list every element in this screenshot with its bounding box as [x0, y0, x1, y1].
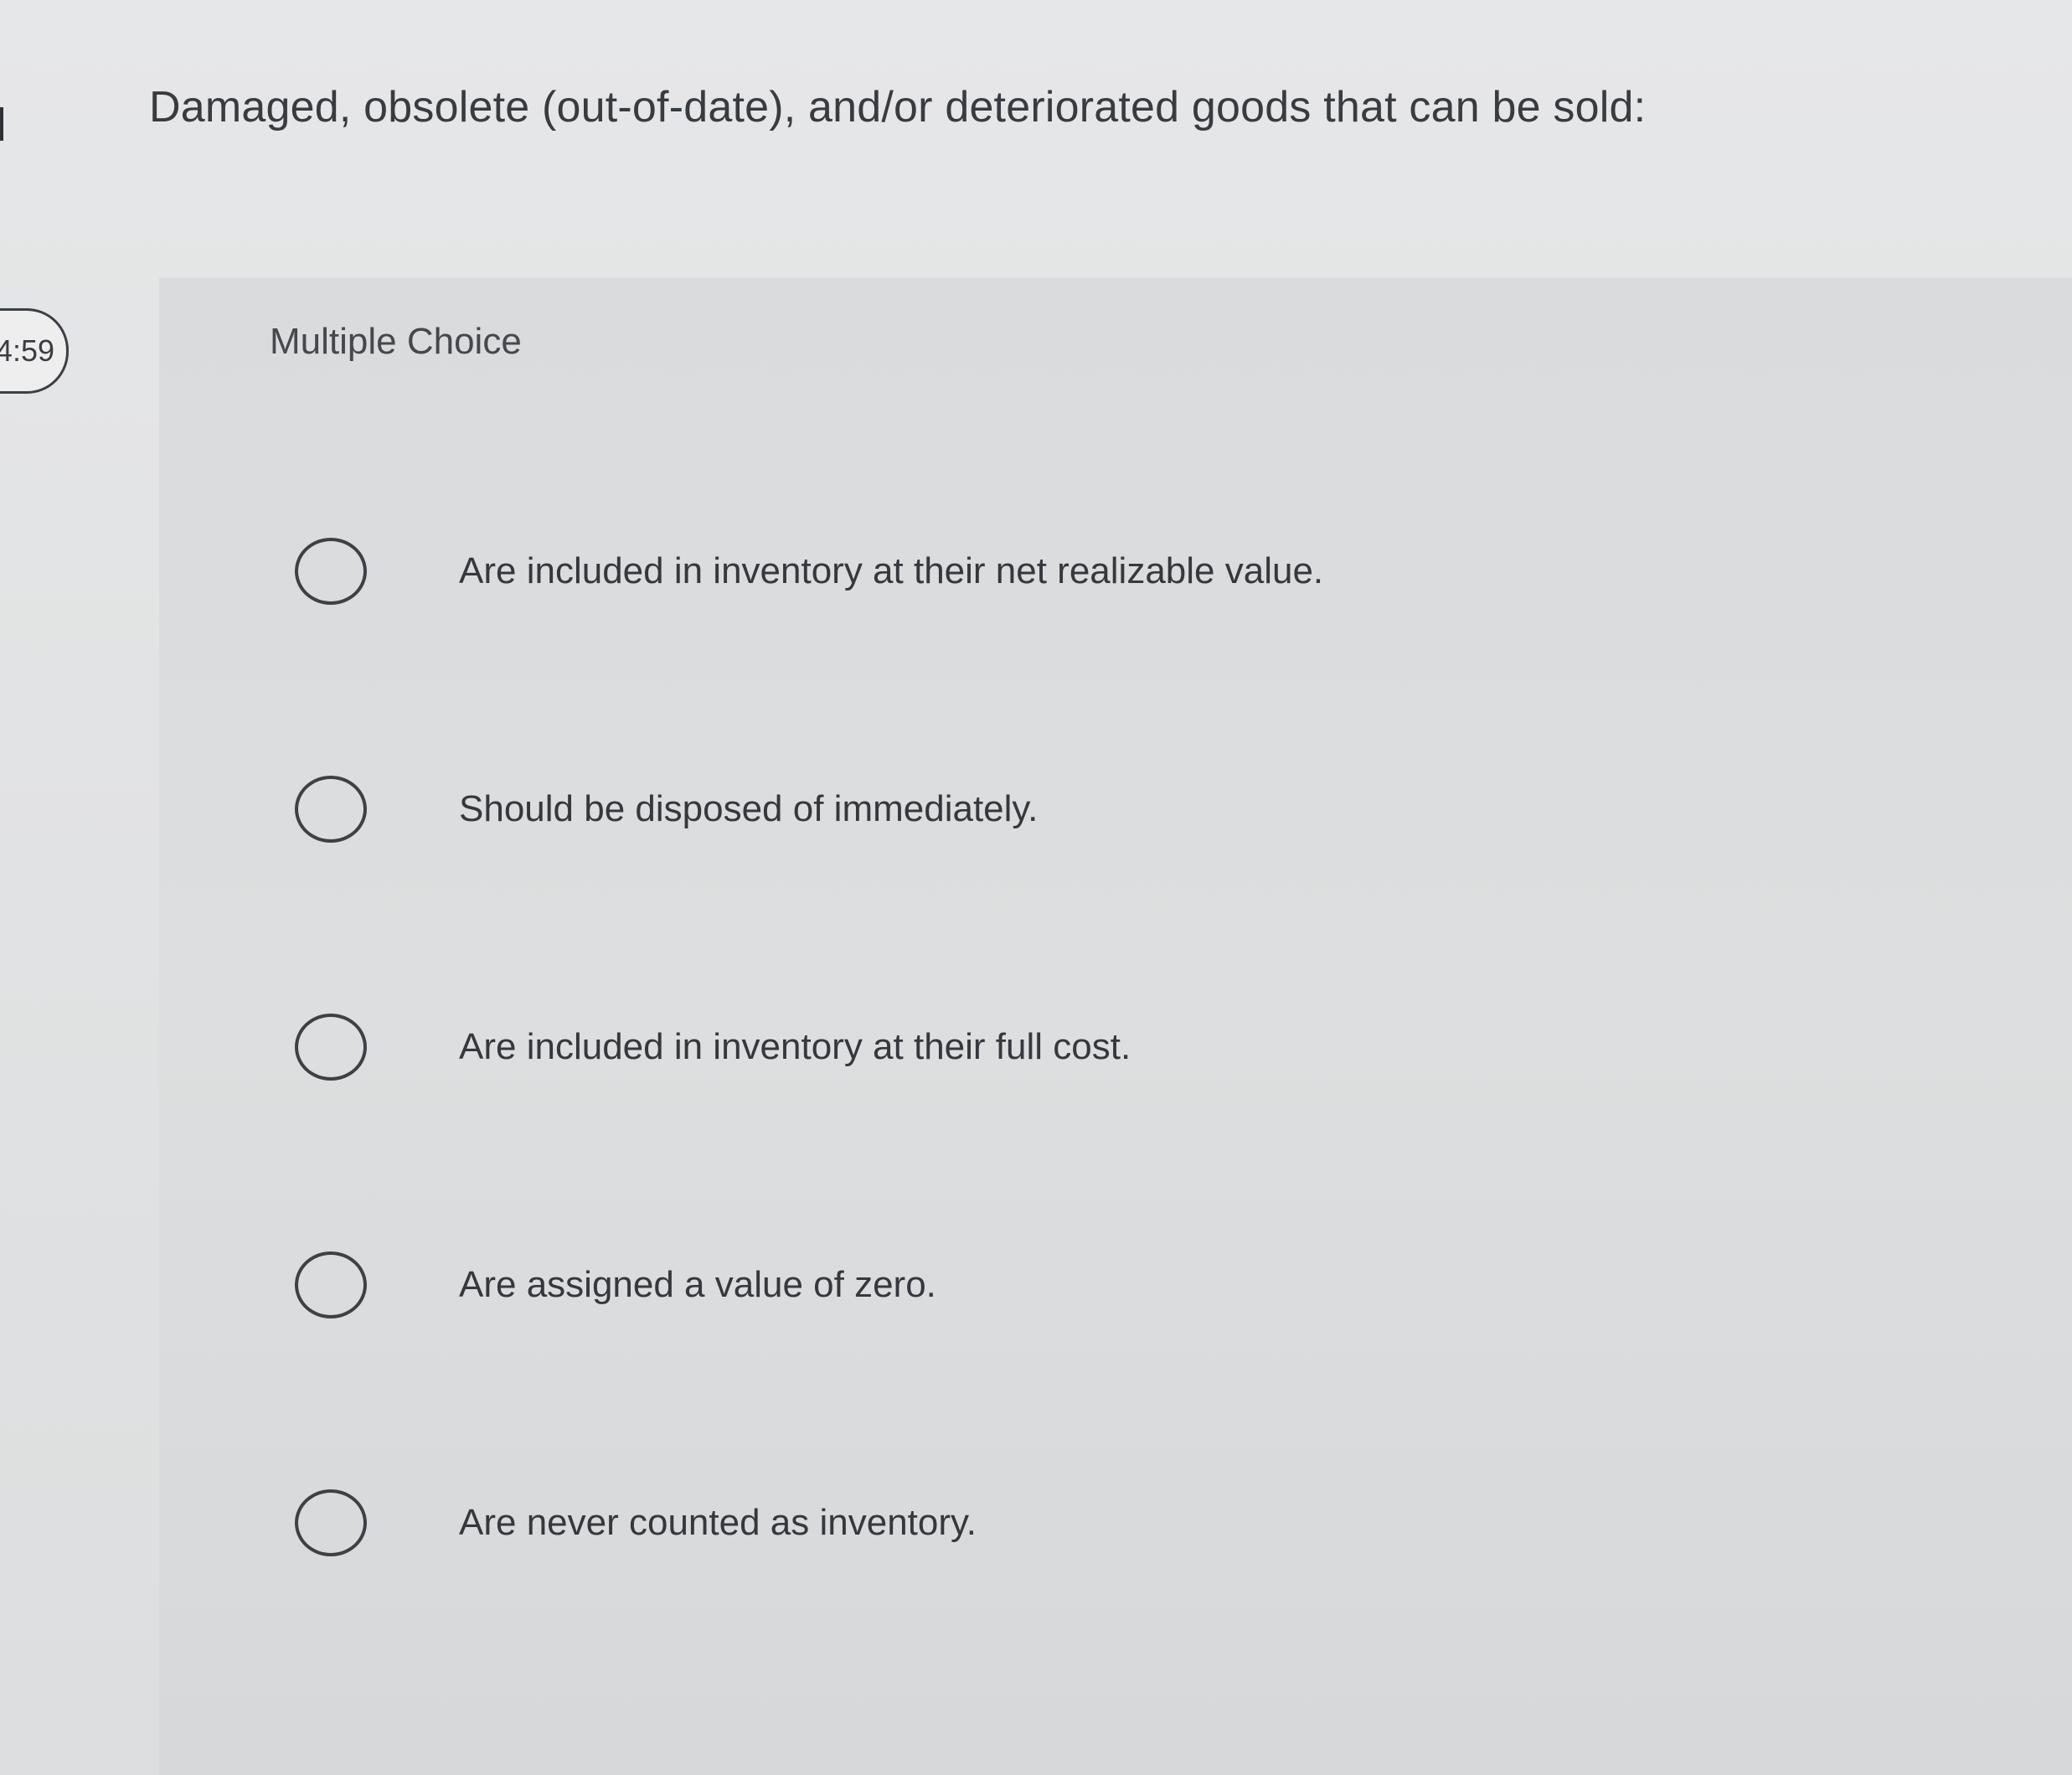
answer-option[interactable]: Should be disposed of immediately.	[295, 774, 1886, 844]
answer-option-label: Should be disposed of immediately.	[459, 788, 1039, 829]
answer-option[interactable]: Are assigned a value of zero.	[295, 1250, 1886, 1320]
timer-text: 4:59	[0, 333, 54, 368]
question-type-label: Multiple Choice	[270, 321, 522, 362]
radio-button-icon[interactable]	[295, 1014, 367, 1081]
radio-button-icon[interactable]	[295, 1489, 367, 1556]
timer-badge: 4:59	[0, 308, 69, 394]
radio-button-icon[interactable]	[295, 776, 367, 843]
answer-option-label: Are included in inventory at their net r…	[459, 550, 1324, 591]
left-edge-marker	[0, 107, 3, 141]
answer-option-label: Are never counted as inventory.	[459, 1502, 977, 1543]
question-prompt: Damaged, obsolete (out-of-date), and/or …	[149, 83, 1647, 132]
answer-option[interactable]: Are never counted as inventory.	[295, 1488, 1886, 1558]
answer-options: Are included in inventory at their net r…	[295, 536, 1886, 1726]
answer-option-label: Are included in inventory at their full …	[459, 1026, 1131, 1067]
radio-button-icon[interactable]	[295, 538, 367, 605]
answer-option-label: Are assigned a value of zero.	[459, 1264, 936, 1305]
radio-button-icon[interactable]	[295, 1251, 367, 1318]
answer-option[interactable]: Are included in inventory at their full …	[295, 1012, 1886, 1082]
answer-option[interactable]: Are included in inventory at their net r…	[295, 536, 1886, 606]
